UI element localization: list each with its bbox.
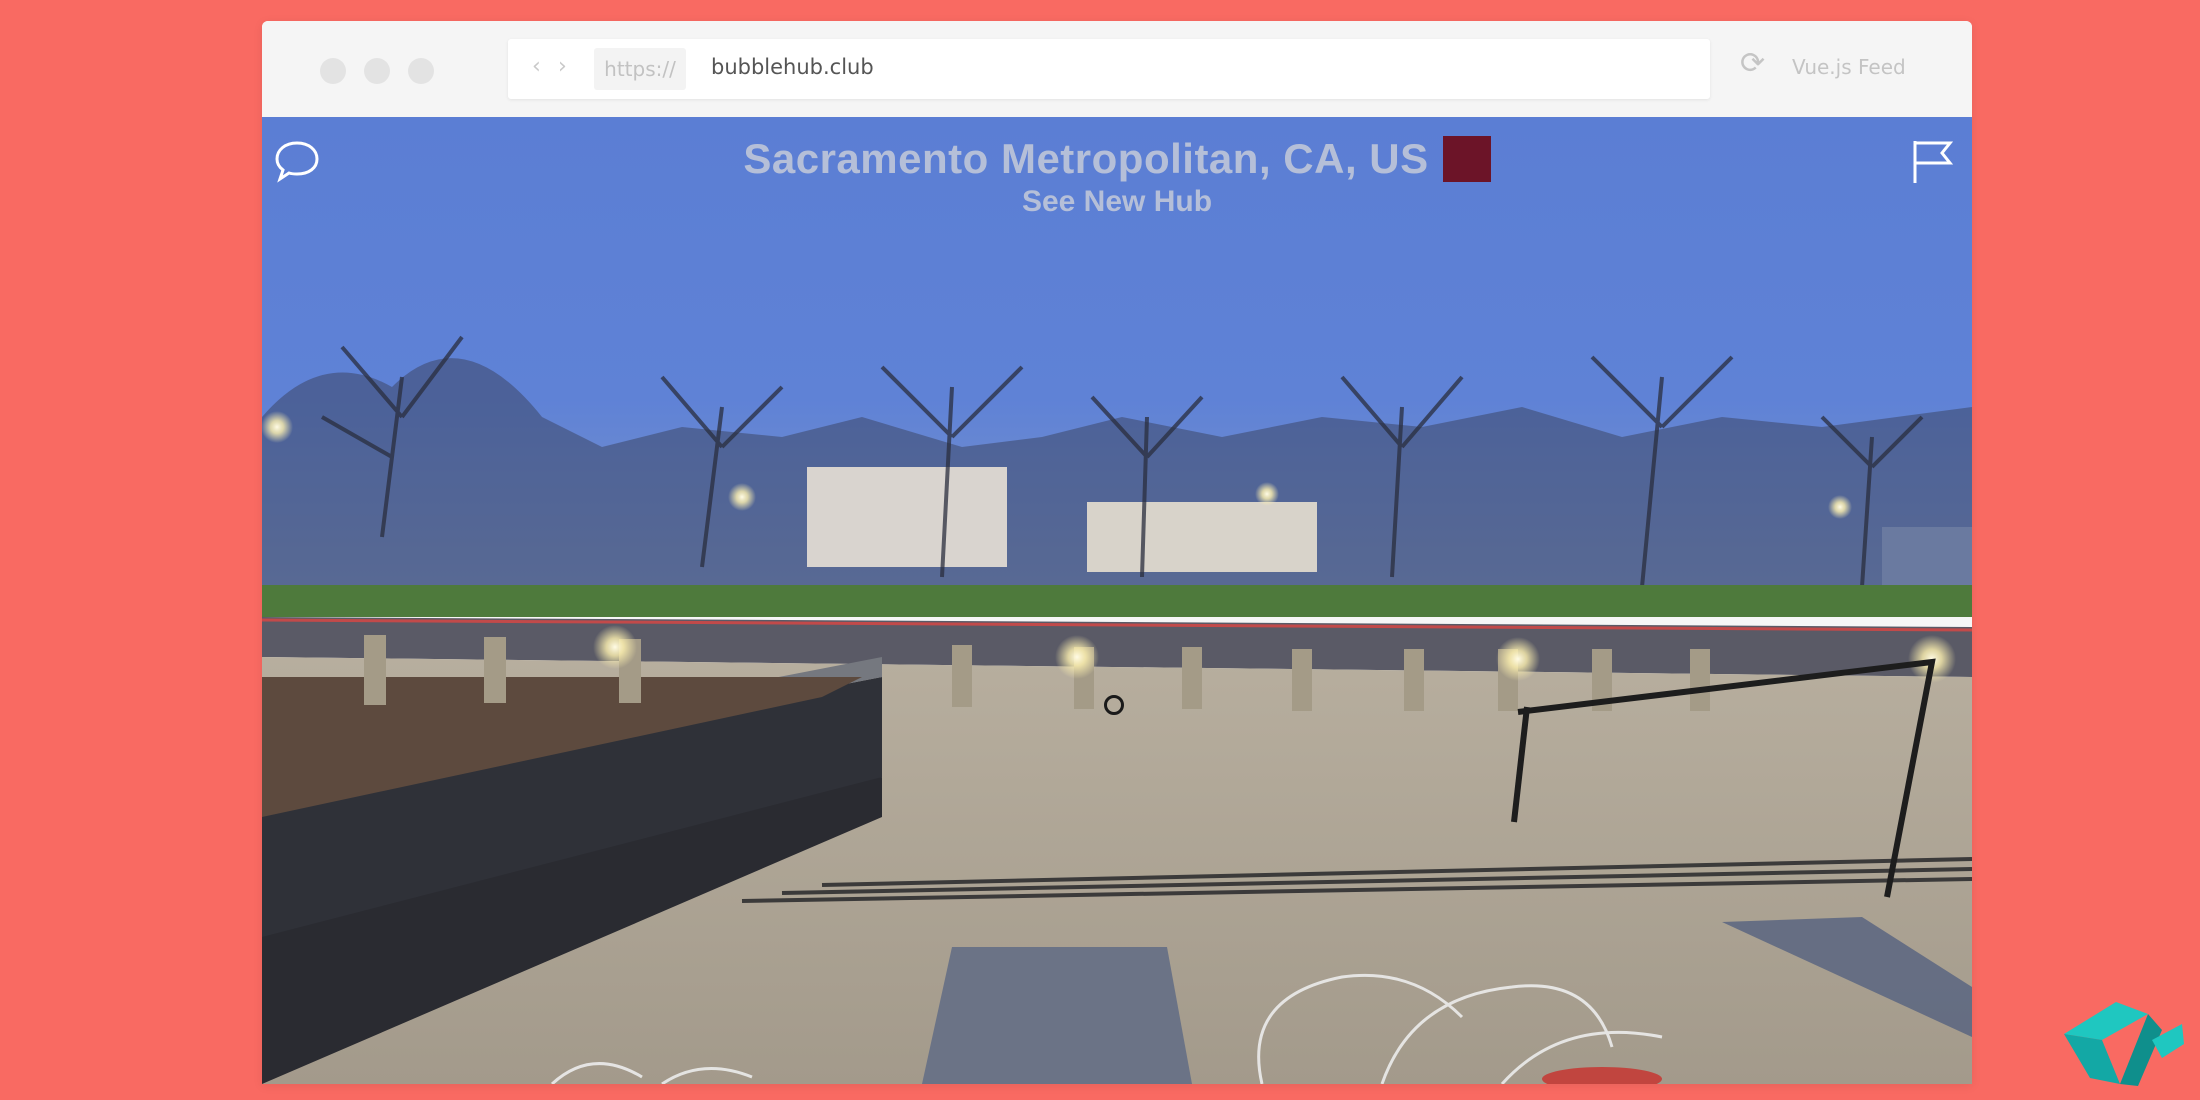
see-new-hub-link[interactable]: See New Hub: [262, 185, 1972, 219]
browser-window: ‹ › https:// bubblehub.club ⟳ Vue.js Fee…: [262, 21, 1972, 1084]
url-host[interactable]: bubblehub.club: [711, 55, 874, 79]
hub-title: Sacramento Metropolitan, CA, US: [743, 135, 1429, 182]
address-bar[interactable]: ‹ › https:// bubblehub.club: [508, 39, 1710, 99]
street-view-panorama[interactable]: Sacramento Metropolitan, CA, US See New …: [262, 117, 1972, 1084]
chat-bubble-icon[interactable]: [274, 139, 320, 183]
hub-color-swatch: [1442, 136, 1491, 182]
street-scene-image: [262, 117, 1972, 1084]
window-close-dot[interactable]: [320, 58, 346, 84]
window-minimize-dot[interactable]: [364, 58, 390, 84]
reload-icon[interactable]: ⟳: [1740, 49, 1765, 79]
vue-feed-logo: [2062, 1000, 2184, 1086]
browser-chrome: ‹ › https:// bubblehub.club ⟳ Vue.js Fee…: [262, 21, 1972, 117]
hub-title-row: Sacramento Metropolitan, CA, US: [262, 135, 1972, 183]
chevron-left-icon[interactable]: ‹: [532, 54, 541, 79]
feed-label[interactable]: Vue.js Feed: [1792, 55, 1906, 79]
panorama-cursor-icon: [1104, 695, 1124, 715]
chevron-right-icon[interactable]: ›: [558, 54, 567, 79]
flag-icon[interactable]: [1910, 137, 1954, 185]
url-scheme: https://: [594, 48, 686, 90]
window-maximize-dot[interactable]: [408, 58, 434, 84]
